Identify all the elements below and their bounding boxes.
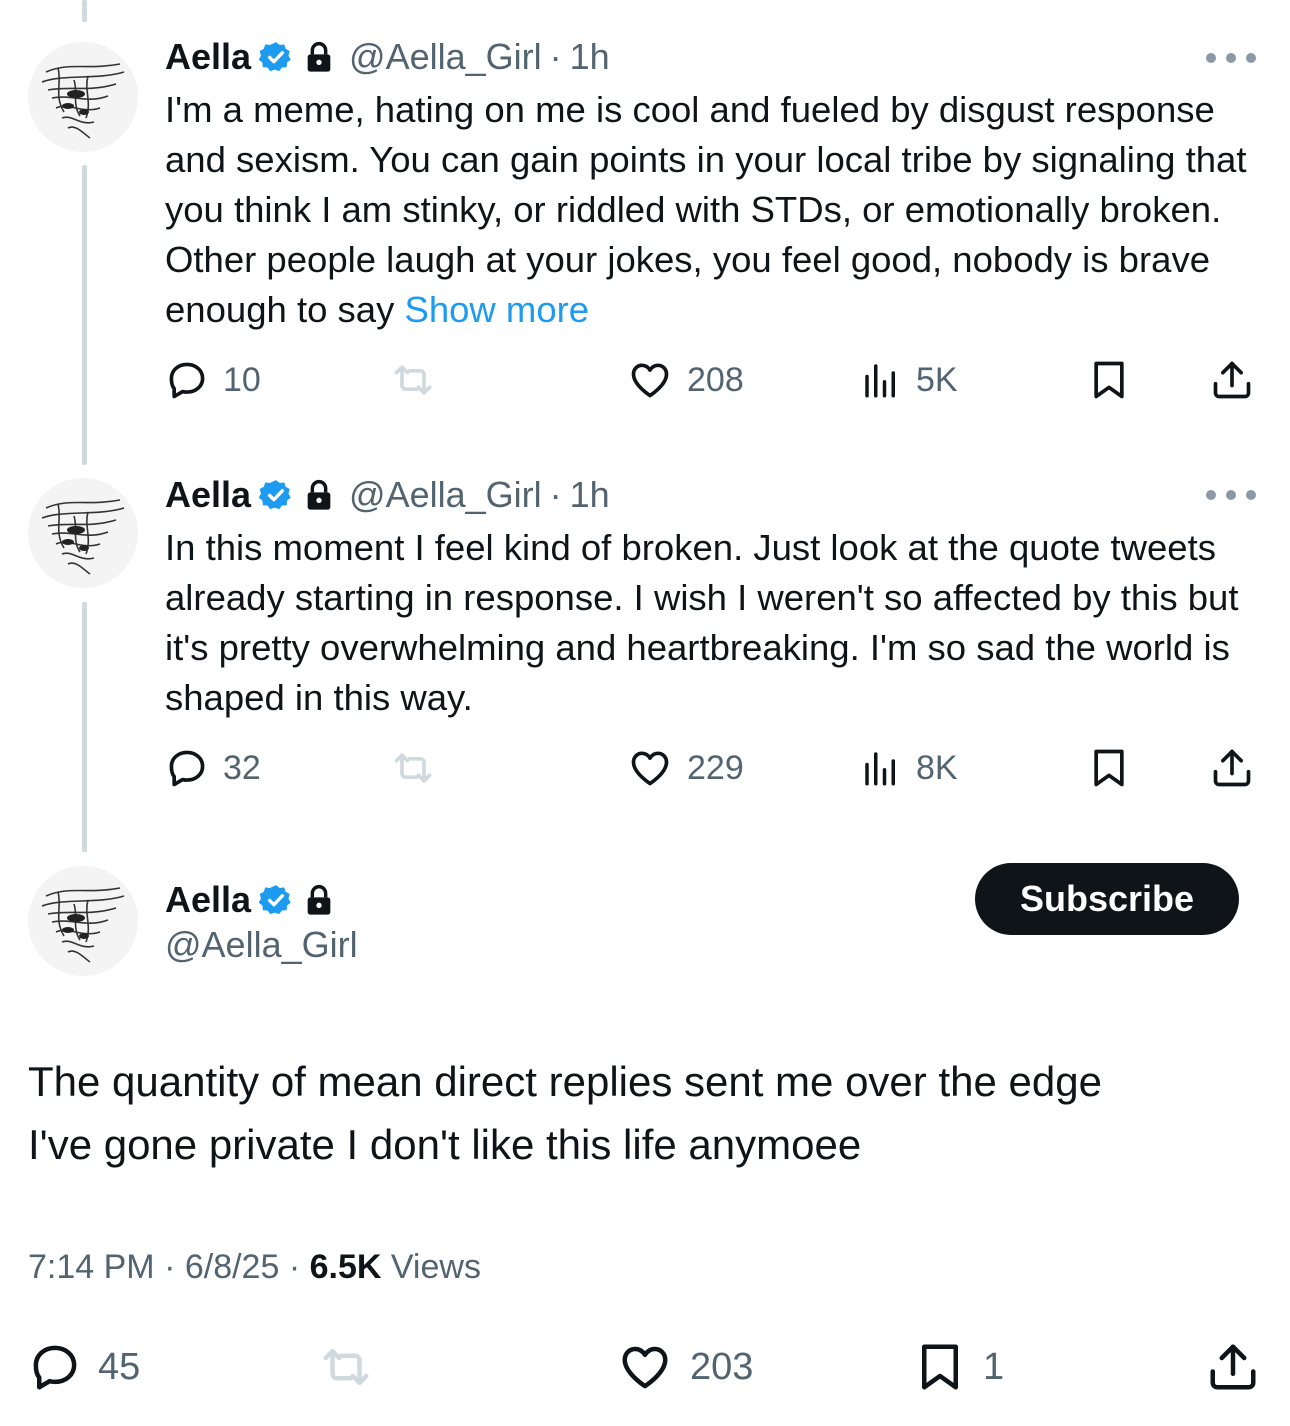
reply-count: 45 xyxy=(98,1345,141,1388)
views-count: 8K xyxy=(916,748,958,787)
more-options-icon[interactable] xyxy=(1206,485,1256,505)
separator-dot: · xyxy=(279,1248,310,1286)
main-tweet-actions: 45 203 1 xyxy=(28,1337,1260,1397)
main-author-handle[interactable]: @Aella_Girl xyxy=(165,924,358,966)
author-handle[interactable]: @Aella_Girl xyxy=(349,36,542,78)
thread-line-top xyxy=(82,0,87,22)
reply-count: 10 xyxy=(223,360,261,399)
retweet-button[interactable] xyxy=(318,1337,374,1397)
retweet-button[interactable] xyxy=(390,355,436,405)
share-icon xyxy=(1213,749,1251,787)
post-time[interactable]: 7:14 PM xyxy=(28,1248,155,1286)
lock-icon xyxy=(307,479,331,510)
like-count: 203 xyxy=(690,1345,754,1388)
avatar-image xyxy=(28,42,138,152)
tweet-body: I'm a meme, hating on me is cool and fue… xyxy=(165,89,1247,330)
show-more-link[interactable]: Show more xyxy=(404,289,589,330)
bookmark-button[interactable] xyxy=(1087,355,1131,405)
reply-icon xyxy=(33,1345,77,1390)
more-options-icon[interactable] xyxy=(1206,48,1256,68)
views-button[interactable]: 8K xyxy=(860,743,958,793)
main-avatar[interactable] xyxy=(28,866,138,976)
share-button[interactable] xyxy=(1210,743,1254,793)
author-name[interactable]: Aella xyxy=(165,474,251,516)
main-tweet-line: I've gone private I don't like this life… xyxy=(28,1121,862,1168)
main-tweet-line: The quantity of mean direct replies sent… xyxy=(28,1058,1102,1105)
reply-button[interactable]: 32 xyxy=(165,743,261,793)
verified-badge-icon xyxy=(259,42,291,72)
tweet-text: I'm a meme, hating on me is cool and fue… xyxy=(165,85,1260,335)
verified-badge-icon xyxy=(259,885,291,915)
verified-badge-icon xyxy=(259,480,291,510)
avatar-image xyxy=(28,478,138,588)
like-button[interactable]: 208 xyxy=(627,355,744,405)
share-button[interactable] xyxy=(1206,1337,1260,1397)
lock-icon xyxy=(307,41,331,72)
heart-icon xyxy=(622,1346,668,1389)
avatar-image xyxy=(28,866,138,976)
tweet-header: Aella @Aella_Girl · 1h xyxy=(165,35,610,79)
views-icon xyxy=(865,752,895,786)
bookmark-button[interactable]: 1 xyxy=(913,1337,1004,1397)
reply-button[interactable]: 45 xyxy=(28,1337,140,1397)
timestamp[interactable]: 1h xyxy=(570,474,610,516)
like-count: 208 xyxy=(687,360,744,399)
bookmark-icon xyxy=(1094,361,1124,399)
retweet-icon xyxy=(394,365,432,395)
thread-line-1 xyxy=(82,165,87,465)
bookmark-button[interactable] xyxy=(1087,743,1131,793)
views-label: Views xyxy=(381,1248,481,1286)
like-count: 229 xyxy=(687,748,744,787)
separator-dot: · xyxy=(549,36,562,77)
bookmark-icon xyxy=(922,1344,958,1390)
views-count: 5K xyxy=(916,360,958,399)
like-button[interactable]: 203 xyxy=(616,1337,753,1397)
retweet-icon xyxy=(323,1349,369,1385)
reply-icon xyxy=(169,362,205,399)
lock-icon xyxy=(307,884,331,915)
reply-count: 32 xyxy=(223,748,261,787)
main-author-name[interactable]: Aella xyxy=(165,879,251,921)
separator-dot: · xyxy=(154,1248,185,1286)
tweet-text: In this moment I feel kind of broken. Ju… xyxy=(165,523,1260,723)
tweet-actions: 10 208 5K xyxy=(165,355,1260,405)
avatar[interactable] xyxy=(28,478,138,588)
tweet-header: Aella @Aella_Girl · 1h xyxy=(165,473,610,517)
timestamp[interactable]: 1h xyxy=(570,36,610,78)
reply-icon xyxy=(169,750,205,787)
separator-dot: · xyxy=(549,474,562,515)
retweet-button[interactable] xyxy=(390,743,436,793)
views-total: 6.5K xyxy=(309,1248,382,1286)
views-icon xyxy=(865,364,895,398)
views-button[interactable]: 5K xyxy=(860,355,958,405)
bookmark-count: 1 xyxy=(983,1345,1005,1388)
main-tweet-text: The quantity of mean direct replies sent… xyxy=(28,1050,1268,1176)
retweet-icon xyxy=(394,753,432,783)
main-author-row: Aella xyxy=(165,876,333,924)
share-icon xyxy=(1213,361,1251,399)
subscribe-button[interactable]: Subscribe xyxy=(975,863,1239,935)
author-name[interactable]: Aella xyxy=(165,36,251,78)
post-date[interactable]: 6/8/25 xyxy=(185,1248,280,1286)
tweet-body: In this moment I feel kind of broken. Ju… xyxy=(165,527,1239,718)
reply-button[interactable]: 10 xyxy=(165,355,261,405)
like-button[interactable]: 229 xyxy=(627,743,744,793)
tweet-meta: 7:14 PM · 6/8/25 · 6.5K Views xyxy=(28,1248,481,1287)
heart-icon xyxy=(631,751,669,786)
avatar[interactable] xyxy=(28,42,138,152)
share-icon xyxy=(1210,1344,1256,1390)
thread-line-2 xyxy=(82,602,87,852)
bookmark-icon xyxy=(1094,749,1124,787)
share-button[interactable] xyxy=(1210,355,1254,405)
heart-icon xyxy=(631,363,669,398)
author-handle[interactable]: @Aella_Girl xyxy=(349,474,542,516)
tweet-actions: 32 229 8K xyxy=(165,743,1260,793)
